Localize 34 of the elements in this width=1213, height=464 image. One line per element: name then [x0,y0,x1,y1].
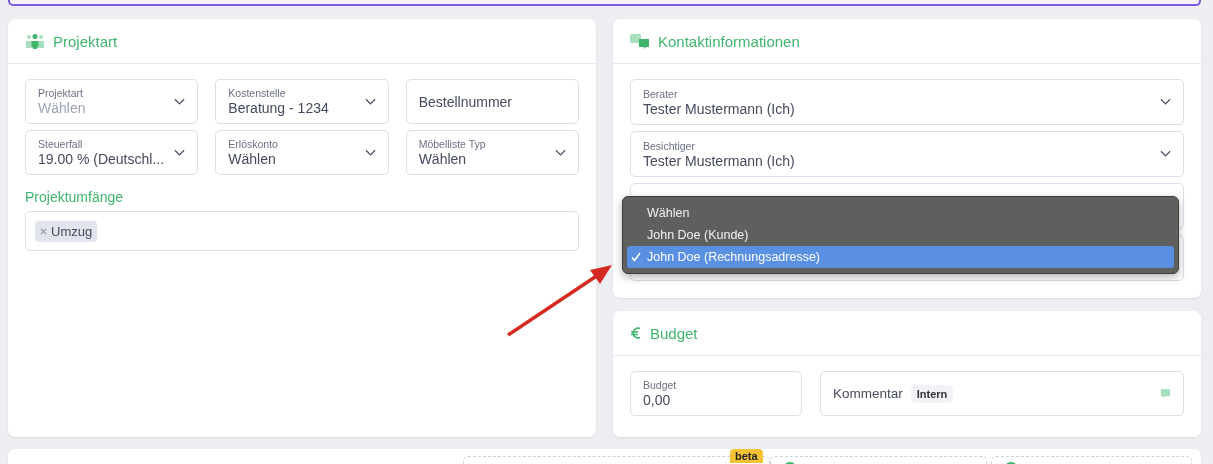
remove-icon[interactable] [40,227,47,235]
comment-label: Kommentar [833,386,903,401]
budget-field[interactable]: Budget 0,00 [630,371,802,416]
select-field[interactable]: Erlöskonto Wählen [215,130,389,175]
select-field[interactable]: Besichtiger Tester Mustermann (Ich) [630,131,1184,177]
card-title: Projektart [53,32,118,50]
chevron-down-icon [174,97,186,106]
card-title: Budget [650,324,698,342]
select-field[interactable]: Steuerfall 19.00 % (Deutschl... [25,130,199,175]
chevron-down-icon [555,148,566,157]
tag-chip[interactable]: Umzug [35,220,98,242]
chevron-down-icon [1160,98,1171,106]
people-icon [25,33,45,49]
chevron-down-icon [1160,150,1171,158]
comment-field[interactable]: Kommentar Intern [820,371,1184,416]
comment-icon [1160,388,1171,399]
chevron-down-icon [364,97,376,106]
section-title: Projektumfänge [25,189,125,205]
dropdown-option[interactable]: John Doe (Kunde) [627,224,1174,246]
intern-badge: Intern [910,384,954,403]
select-field[interactable]: Möbelliste Typ Wählen [405,130,579,175]
chevron-down-icon [364,148,376,157]
select-field[interactable]: Kostenstelle Beratung - 1234 [215,79,389,124]
select-field[interactable]: Projektart Wählen [25,79,199,124]
tag-field[interactable]: Umzug [25,211,579,251]
select-field[interactable]: Berater Tester Mustermann (Ich) [630,79,1184,125]
beta-badge: beta [730,449,763,463]
chat-bubbles-icon [630,33,650,49]
dropdown-option[interactable]: Wählen [627,202,1174,224]
checkmark-icon [631,252,641,262]
input-field[interactable]: Bestellnummer [405,79,579,124]
card-title: Kontaktinformationen [658,32,800,50]
chevron-down-icon [174,148,186,157]
euro-icon [630,325,642,341]
